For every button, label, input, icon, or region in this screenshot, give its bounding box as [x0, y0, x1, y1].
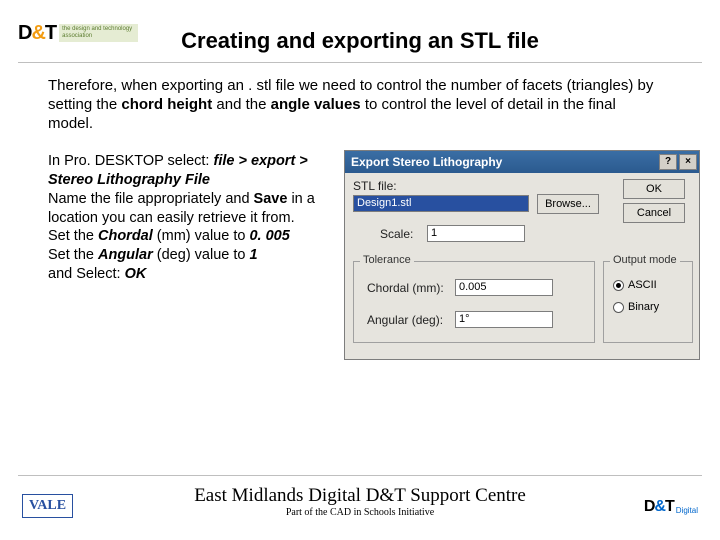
footer-title: East Midlands Digital D&T Support Centre	[0, 485, 720, 507]
footer-center: East Midlands Digital D&T Support Centre…	[0, 485, 720, 518]
step-chordal-pre: Set the	[48, 228, 98, 244]
ok-button[interactable]: OK	[623, 179, 685, 199]
output-mode-legend: Output mode	[610, 254, 680, 266]
binary-radio-label: Binary	[628, 301, 659, 313]
step-ok-bold: OK	[125, 266, 147, 282]
intro-bold-angle: angle values	[271, 96, 361, 113]
browse-button[interactable]: Browse...	[537, 194, 599, 214]
footer-subtitle: Part of the CAD in Schools Initiative	[0, 507, 720, 518]
dt-digital-mark: D&T	[644, 498, 674, 516]
step-angular-mid: (deg) value to	[153, 247, 250, 263]
instruction-steps: In Pro. DESKTOP select: file > export > …	[48, 152, 333, 284]
tolerance-group: Tolerance	[353, 261, 595, 343]
ascii-radio[interactable]: ASCII	[613, 279, 657, 291]
close-icon[interactable]: ×	[679, 154, 697, 170]
divider-bottom	[18, 475, 702, 476]
scale-label: Scale:	[380, 227, 413, 241]
scale-input[interactable]: 1	[427, 225, 525, 242]
cancel-button[interactable]: Cancel	[623, 203, 685, 223]
export-stl-dialog: Export Stereo Lithography ? × STL file: …	[344, 150, 700, 360]
intro-text-2: and the	[212, 96, 270, 113]
ascii-radio-label: ASCII	[628, 279, 657, 291]
step-angular-bold: Angular	[98, 247, 153, 263]
dialog-titlebar[interactable]: Export Stereo Lithography ? ×	[345, 151, 699, 173]
radio-dot-icon	[613, 280, 624, 291]
chordal-input[interactable]: 0.005	[455, 279, 553, 296]
tolerance-legend: Tolerance	[360, 254, 414, 266]
dialog-body: STL file: Design1.stl Browse... OK Cance…	[345, 173, 699, 359]
step-angular-pre: Set the	[48, 247, 98, 263]
dt-digital-text: Digital	[676, 506, 698, 515]
step-name-pre: Name the file appropriately and	[48, 191, 254, 207]
help-icon[interactable]: ?	[659, 154, 677, 170]
angular-input[interactable]: 1°	[455, 311, 553, 328]
step-ok-pre: and Select:	[48, 266, 125, 282]
page-title: Creating and exporting an STL file	[0, 28, 720, 54]
step-angular-val: 1	[250, 247, 258, 263]
intro-paragraph: Therefore, when exporting an . stl file …	[48, 76, 658, 134]
radio-dot-icon	[613, 302, 624, 313]
stl-file-input[interactable]: Design1.stl	[353, 195, 529, 212]
angular-label: Angular (deg):	[367, 313, 443, 327]
step-save-bold: Save	[254, 191, 288, 207]
intro-bold-chord: chord height	[121, 96, 212, 113]
dt-digital-logo: D&T Digital	[644, 498, 698, 516]
binary-radio[interactable]: Binary	[613, 301, 659, 313]
step-chordal-mid: (mm) value to	[153, 228, 250, 244]
dialog-title: Export Stereo Lithography	[351, 155, 502, 169]
stl-file-label: STL file:	[353, 179, 397, 193]
step-chordal-val: 0. 005	[249, 228, 289, 244]
chordal-label: Chordal (mm):	[367, 281, 444, 295]
step-chordal-bold: Chordal	[98, 228, 153, 244]
divider-top	[18, 62, 702, 63]
step-select-pre: In Pro. DESKTOP select:	[48, 153, 213, 169]
